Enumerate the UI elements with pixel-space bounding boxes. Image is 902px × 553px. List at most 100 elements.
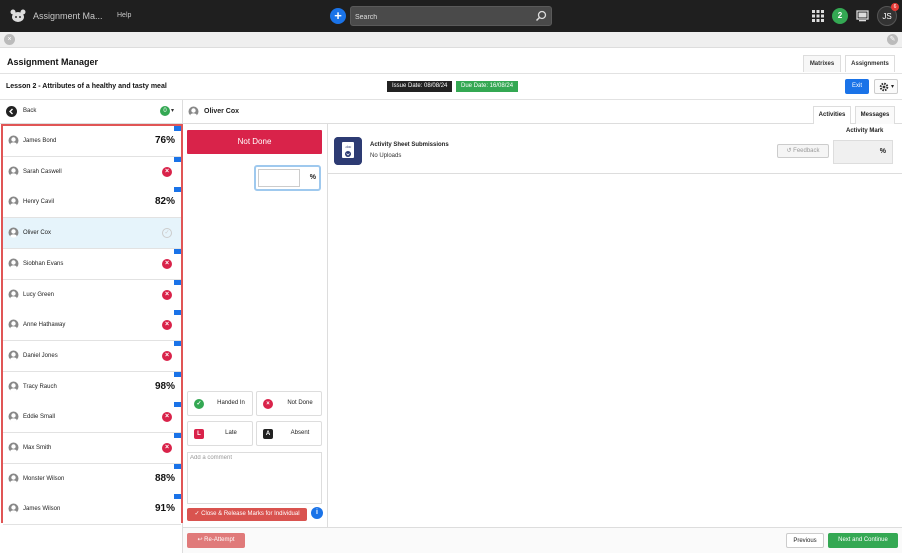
mark-input-wrapper: % <box>254 165 321 191</box>
apps-grid-icon[interactable] <box>812 10 824 22</box>
tab-matrixes[interactable]: Matrixes <box>803 55 841 72</box>
not-done-icon: × <box>162 289 172 300</box>
student-name: Oliver Cox <box>204 108 240 115</box>
activity-subtitle: No Uploads <box>370 153 402 159</box>
absent-button[interactable]: A Absent <box>256 421 322 446</box>
student-avatar-icon <box>8 319 19 330</box>
student-name: James Wilson <box>23 506 61 513</box>
student-row[interactable]: Oliver Cox ✓ <box>3 218 181 250</box>
mark-unit: % <box>309 174 316 181</box>
help-link[interactable]: Help <box>117 12 131 19</box>
chevron-down-icon[interactable]: ▾ <box>171 107 174 114</box>
tab-assignments[interactable]: Assignments <box>845 55 895 72</box>
check-icon: ✓ <box>194 399 204 409</box>
activity-mark-input[interactable]: % <box>833 140 893 164</box>
search-box[interactable] <box>350 6 552 26</box>
info-icon[interactable]: i <box>311 507 323 519</box>
logo-icon[interactable] <box>10 9 26 23</box>
issue-date-badge: Issue Date: 08/08/24 <box>387 81 453 92</box>
released-flag-icon <box>174 371 181 377</box>
feedback-button[interactable]: ↺ Feedback <box>777 144 829 158</box>
handed-in-button[interactable]: ✓ Handed In <box>187 391 253 416</box>
released-flag-icon <box>174 279 181 285</box>
student-row[interactable]: Max Smith × <box>3 433 181 464</box>
window-subbar: × ✎ <box>0 32 902 48</box>
svg-text:.doc: .doc <box>345 145 352 149</box>
lesson-bar: Lesson 2 - Attributes of a healthy and t… <box>0 74 902 100</box>
student-score: 82% <box>154 196 175 208</box>
previous-button[interactable]: Previous <box>786 533 824 548</box>
student-list: James Bond 76% Sarah Caswell × Henry Cavil 82… <box>1 124 183 526</box>
student-row[interactable]: Lucy Green × <box>3 279 181 311</box>
released-flag-icon <box>174 248 181 254</box>
search-icon[interactable] <box>535 10 547 22</box>
student-avatar-icon <box>8 196 19 207</box>
student-row[interactable]: James Bond 76% <box>3 126 181 157</box>
student-row[interactable]: Henry Cavil 82% <box>3 187 181 219</box>
footer-bar: ↩ Re-Attempt Previous Next and Continue <box>183 527 902 553</box>
student-avatar-icon <box>8 411 19 422</box>
avatar-badge: 6 <box>891 3 899 11</box>
student-avatar-icon <box>8 289 19 300</box>
app-title: Assignment Ma... <box>33 11 103 21</box>
settings-dropdown[interactable]: ▾ <box>874 79 898 94</box>
next-continue-button[interactable]: Next and Continue <box>828 533 898 548</box>
close-icon[interactable]: × <box>4 34 15 45</box>
student-name: Monster Wilson <box>23 475 65 482</box>
student-row[interactable]: Siobhan Evans × <box>3 248 181 280</box>
student-name: James Bond <box>23 138 57 144</box>
released-flag-icon <box>174 187 181 193</box>
student-name: Tracy Rauch <box>23 383 57 390</box>
released-flag-icon <box>174 126 181 131</box>
student-list-footer <box>0 523 183 553</box>
back-button[interactable]: Back <box>23 108 36 114</box>
search-input[interactable] <box>355 11 525 23</box>
tab-messages[interactable]: Messages <box>855 106 895 124</box>
student-avatar-icon <box>8 442 19 453</box>
student-avatar-icon <box>8 381 19 392</box>
student-avatar-icon <box>8 227 19 238</box>
student-row[interactable]: James Wilson 91% <box>3 494 181 526</box>
monitor-icon[interactable] <box>856 10 869 22</box>
student-row[interactable]: Tracy Rauch 98% <box>3 371 181 403</box>
gear-icon <box>879 82 889 92</box>
notification-badge[interactable]: 2 <box>832 8 848 24</box>
add-icon: + <box>334 8 342 23</box>
student-row[interactable]: Daniel Jones × <box>3 340 181 372</box>
status-label: Not Done <box>287 400 313 406</box>
student-avatar-icon <box>8 258 19 269</box>
exit-button[interactable]: Exit <box>845 79 869 94</box>
student-name: Anne Hathaway <box>23 322 66 329</box>
activity-title: Activity Sheet Submissions <box>370 142 449 148</box>
close-release-marks-button[interactable]: ✓ Close & Release Marks for Individual <box>187 508 307 521</box>
activity-mark-label: Activity Mark <box>846 128 884 134</box>
activity-mark-unit: % <box>879 148 886 155</box>
edit-icon[interactable]: ✎ <box>887 34 898 45</box>
re-attempt-button[interactable]: ↩ Re-Attempt <box>187 533 245 548</box>
student-row[interactable]: Monster Wilson 88% <box>3 463 181 495</box>
not-done-button[interactable]: × Not Done <box>256 391 322 416</box>
student-row[interactable]: Sarah Caswell × <box>3 156 181 188</box>
not-done-icon: × <box>162 320 172 331</box>
top-bar: Assignment Ma... Help + 2 JS 6 <box>0 0 902 32</box>
student-list-header: Back 0 ▾ <box>0 100 183 124</box>
student-name: Sarah Caswell <box>23 168 62 175</box>
student-detail-header: Oliver Cox Activities Messages <box>183 100 902 124</box>
filter-count-badge[interactable]: 0 <box>160 106 170 116</box>
tab-activities[interactable]: Activities <box>813 106 851 124</box>
lesson-title: Lesson 2 - Attributes of a healthy and t… <box>6 83 167 90</box>
add-button[interactable]: + <box>330 8 346 24</box>
student-row[interactable]: Eddie Small × <box>3 402 181 434</box>
student-avatar-icon <box>8 350 19 361</box>
document-download-icon[interactable]: .doc <box>334 137 362 165</box>
comment-input[interactable] <box>190 455 318 501</box>
released-flag-icon <box>174 433 181 438</box>
status-label: Late <box>225 430 237 436</box>
mark-input[interactable] <box>258 169 300 187</box>
student-name: Max Smith <box>23 445 52 451</box>
released-flag-icon <box>174 156 181 162</box>
status-label: Absent <box>290 430 310 436</box>
back-arrow-icon[interactable] <box>6 106 17 117</box>
student-row[interactable]: Anne Hathaway × <box>3 310 181 342</box>
late-button[interactable]: L Late <box>187 421 253 446</box>
